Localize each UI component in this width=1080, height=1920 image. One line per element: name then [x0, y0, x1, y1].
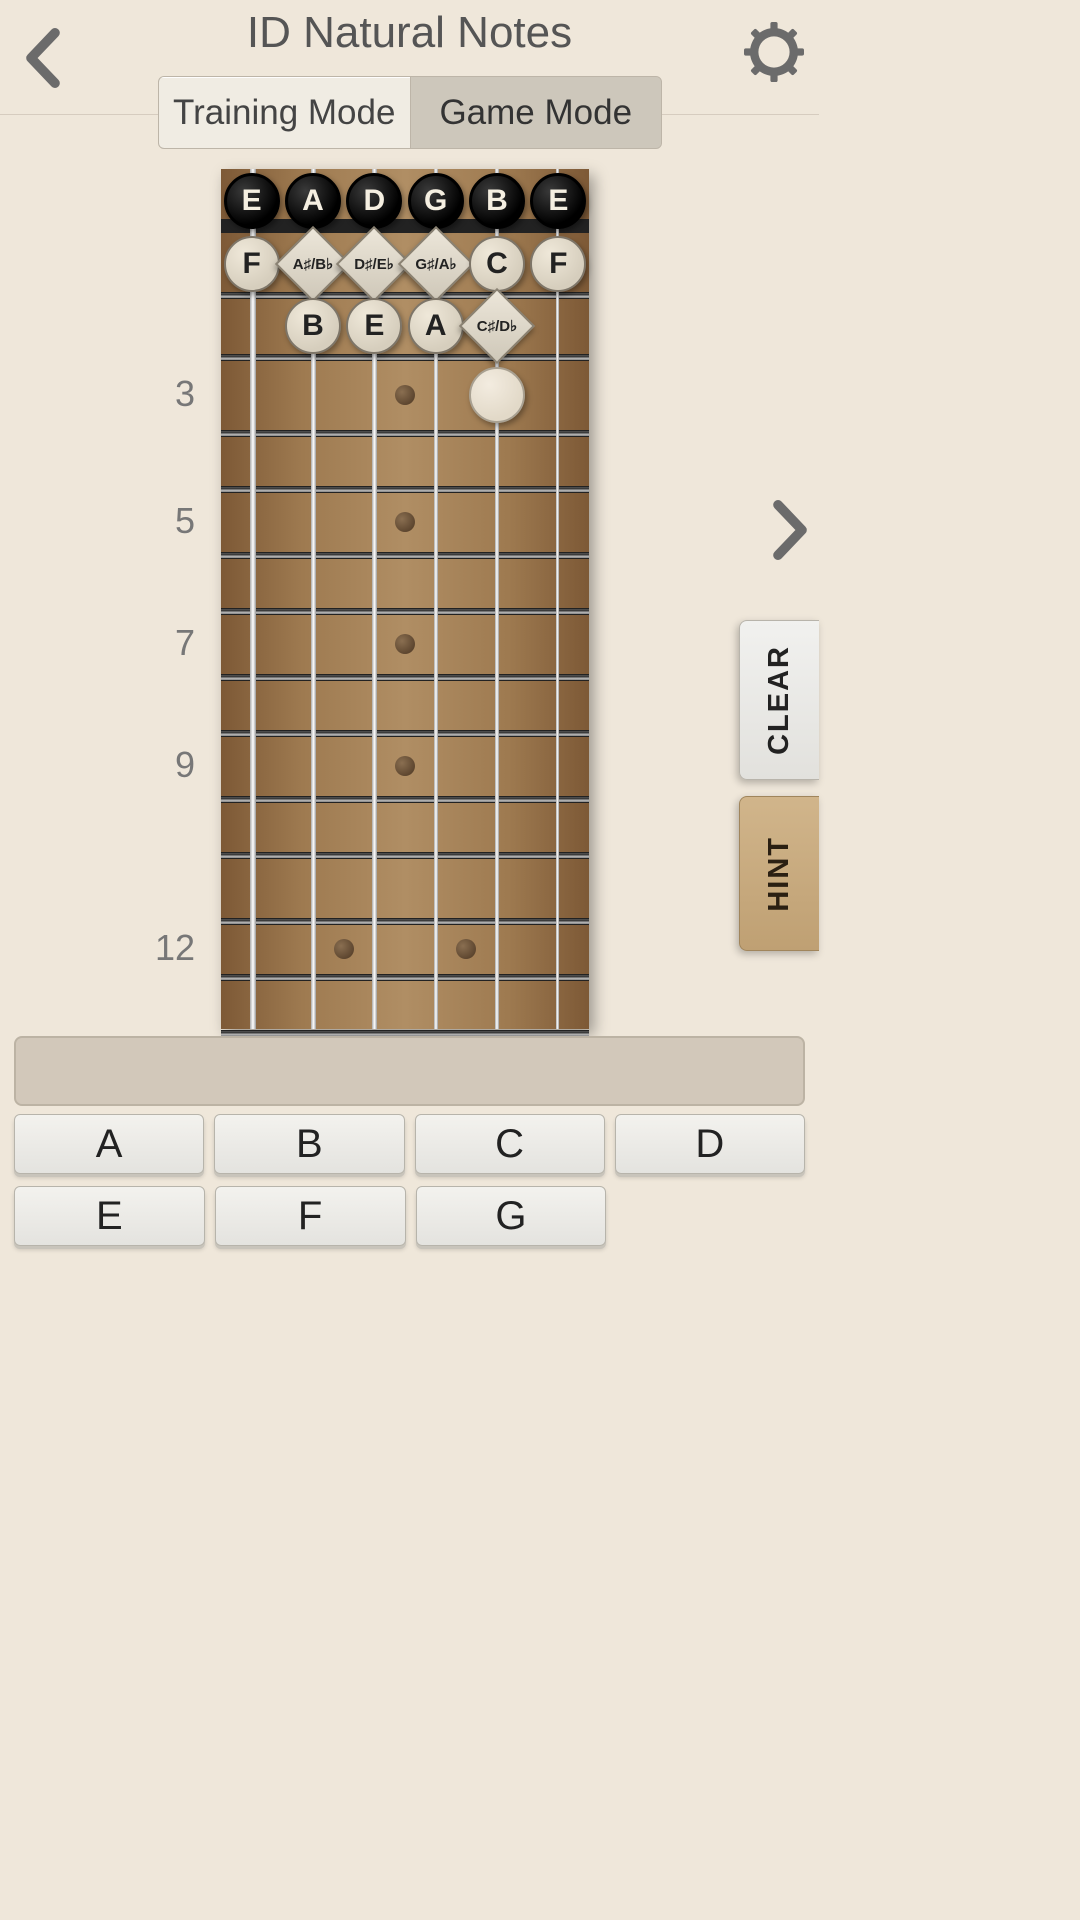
- fret-inlay: [395, 512, 415, 532]
- fret-note[interactable]: A: [408, 298, 464, 354]
- fretboard-nut: [221, 219, 589, 233]
- fret-wire: [221, 430, 589, 437]
- fret-wire: [221, 730, 589, 737]
- string: [556, 169, 559, 1029]
- chevron-right-icon: [765, 500, 815, 560]
- fret-note[interactable]: B: [285, 298, 341, 354]
- page-title: ID Natural Notes: [0, 8, 819, 58]
- answer-button-c[interactable]: C: [415, 1114, 605, 1174]
- settings-button[interactable]: [744, 22, 804, 82]
- fret-note[interactable]: F: [224, 236, 280, 292]
- fret-wire: [221, 674, 589, 681]
- gear-icon: [744, 22, 804, 82]
- fret-wire: [221, 852, 589, 859]
- open-string-note[interactable]: G: [408, 173, 464, 229]
- fret-inlay: [395, 634, 415, 654]
- next-button[interactable]: [765, 500, 815, 560]
- mode-segmented-control: Training Mode Game Mode: [158, 76, 662, 149]
- fret-inlay: [334, 939, 354, 959]
- fretboard-area: 357912 EADGBEFA♯/B♭D♯/E♭G♯/A♭CFBEAC♯/D♭: [0, 149, 819, 1029]
- answer-button-g[interactable]: G: [416, 1186, 607, 1246]
- hint-button[interactable]: HINT: [739, 796, 819, 951]
- answer-button-e[interactable]: E: [14, 1186, 205, 1246]
- answer-button-f[interactable]: F: [215, 1186, 406, 1246]
- answer-button-a[interactable]: A: [14, 1114, 204, 1174]
- answer-buttons: ABCD EFG: [14, 1114, 805, 1258]
- fret-inlay: [395, 756, 415, 776]
- spacer: [616, 1186, 805, 1246]
- fret-note[interactable]: F: [530, 236, 586, 292]
- fret-wire: [221, 796, 589, 803]
- hint-button-label: HINT: [763, 836, 796, 912]
- fret-inlay: [395, 385, 415, 405]
- fret-note-label: G♯/A♭: [415, 255, 456, 273]
- open-string-note[interactable]: A: [285, 173, 341, 229]
- tab-game-mode[interactable]: Game Mode: [411, 77, 662, 148]
- fret-wire: [221, 974, 589, 981]
- open-string-note[interactable]: E: [530, 173, 586, 229]
- open-string-note[interactable]: D: [346, 173, 402, 229]
- open-string-note[interactable]: B: [469, 173, 525, 229]
- clear-button-label: CLEAR: [763, 645, 796, 755]
- fret-number-label: 7: [175, 622, 195, 664]
- fret-wire: [221, 608, 589, 615]
- question-note-marker[interactable]: [469, 367, 525, 423]
- fret-note[interactable]: E: [346, 298, 402, 354]
- fret-number-label: 9: [175, 744, 195, 786]
- answer-button-d[interactable]: D: [615, 1114, 805, 1174]
- fret-wire: [221, 918, 589, 925]
- fret-note-label: D♯/E♭: [355, 255, 395, 273]
- answer-button-b[interactable]: B: [214, 1114, 404, 1174]
- open-string-note[interactable]: E: [224, 173, 280, 229]
- fret-number-label: 5: [175, 500, 195, 542]
- fret-note[interactable]: C: [469, 236, 525, 292]
- string: [250, 169, 256, 1029]
- answer-display: [14, 1036, 805, 1106]
- fret-note-label: C♯/D♭: [477, 317, 517, 335]
- fret-number-label: 3: [175, 373, 195, 415]
- fret-wire: [221, 552, 589, 559]
- fret-wire: [221, 354, 589, 361]
- fret-note-label: A♯/B♭: [293, 255, 333, 273]
- fret-wire: [221, 292, 589, 299]
- fret-number-label: 12: [155, 927, 195, 969]
- clear-button[interactable]: CLEAR: [739, 620, 819, 780]
- fret-wire: [221, 486, 589, 493]
- tab-training-mode[interactable]: Training Mode: [159, 77, 411, 148]
